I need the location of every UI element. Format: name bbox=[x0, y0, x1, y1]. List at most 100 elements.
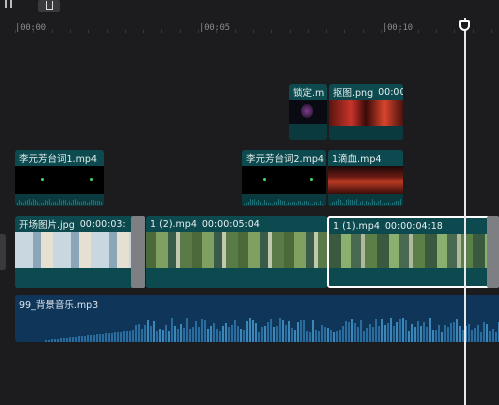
clip-lyric2[interactable]: 李元芳台词2.mp4 bbox=[242, 150, 326, 206]
waveform-bar bbox=[486, 324, 488, 342]
waveform-bar bbox=[19, 200, 20, 205]
waveform-bar bbox=[350, 200, 351, 205]
waveform-bar bbox=[105, 333, 107, 342]
clip-opening-image[interactable]: 开场图片.jpg 00:00:03: bbox=[15, 216, 133, 288]
waveform-bar bbox=[159, 329, 161, 342]
audio-track-bgm[interactable]: 99_背景音乐.mp3 bbox=[15, 295, 499, 342]
waveform-bar bbox=[55, 202, 56, 205]
waveform-bar bbox=[372, 327, 374, 342]
waveform-bar bbox=[432, 330, 434, 342]
trim-handle-left[interactable] bbox=[131, 216, 145, 288]
audio-waveform bbox=[15, 308, 499, 342]
waveform-bar bbox=[177, 329, 179, 342]
waveform-bar bbox=[330, 204, 331, 205]
clip-name: 李元芳台词1.mp4 bbox=[19, 154, 97, 165]
clip-1-1[interactable]: 1 (1).mp4 00:00:04:18 bbox=[327, 216, 499, 288]
clip-firstblood[interactable]: 1滴血.mp4 bbox=[328, 150, 403, 206]
waveform-bar bbox=[264, 200, 265, 205]
waveform-bar bbox=[84, 336, 86, 342]
waveform-bar bbox=[210, 326, 212, 342]
waveform-bar bbox=[374, 201, 375, 205]
waveform-bar bbox=[99, 201, 100, 205]
waveform-bar bbox=[474, 328, 476, 342]
waveform-bar bbox=[270, 319, 272, 342]
waveform-bar bbox=[59, 199, 60, 205]
waveform-bar bbox=[456, 319, 458, 342]
ruler-tick bbox=[417, 30, 419, 33]
waveform-bar bbox=[302, 203, 303, 205]
ruler-tick bbox=[88, 30, 90, 33]
waveform-bar bbox=[234, 320, 236, 342]
waveform-bar bbox=[384, 203, 385, 205]
waveform-bar bbox=[29, 199, 30, 205]
waveform-bar bbox=[398, 201, 399, 205]
waveform-bar bbox=[300, 320, 302, 342]
clip-name: 抠图.png bbox=[333, 88, 374, 99]
waveform-bar bbox=[63, 200, 64, 205]
waveform-bar bbox=[249, 318, 251, 342]
clip-duration: 00:00:05:04 bbox=[201, 218, 260, 230]
waveform-bar bbox=[344, 204, 345, 205]
waveform-bar bbox=[274, 202, 275, 205]
ruler-tick bbox=[161, 30, 163, 33]
ruler-tick bbox=[124, 30, 126, 33]
clip-1-2[interactable]: 1 (2).mp4 00:00:05:04 bbox=[146, 216, 327, 288]
waveform-bar bbox=[372, 199, 373, 205]
waveform-bar bbox=[408, 331, 410, 342]
ruler-tick bbox=[326, 30, 328, 33]
ruler-tick bbox=[435, 30, 437, 33]
trim-handle-right[interactable] bbox=[487, 216, 499, 288]
waveform-bar bbox=[376, 203, 377, 205]
waveform-bar bbox=[93, 335, 95, 342]
waveform-bar bbox=[272, 204, 273, 205]
time-ruler[interactable]: |00:00 |00:05 |00:10 bbox=[0, 18, 499, 38]
waveform-bar bbox=[388, 202, 389, 205]
waveform-bar bbox=[356, 199, 357, 205]
waveform-bar bbox=[366, 201, 367, 205]
waveform-bar bbox=[135, 325, 137, 342]
waveform-bar bbox=[386, 203, 387, 205]
waveform-bar bbox=[438, 325, 440, 342]
waveform-bar bbox=[60, 338, 62, 342]
waveform-bar bbox=[322, 204, 323, 205]
clip-cutout[interactable]: 抠图.png 00:00 bbox=[329, 84, 403, 140]
split-icon[interactable] bbox=[4, 0, 14, 12]
waveform-bar bbox=[147, 320, 149, 342]
waveform-bar bbox=[255, 323, 257, 342]
waveform-bar bbox=[286, 204, 287, 205]
waveform-bar bbox=[21, 202, 22, 205]
clip-duration: 00:00:03: bbox=[79, 218, 126, 230]
waveform-bar bbox=[201, 319, 203, 342]
waveform-bar bbox=[362, 201, 363, 205]
ruler-tick bbox=[344, 30, 346, 33]
waveform-bar bbox=[290, 203, 291, 205]
waveform-bar bbox=[51, 339, 53, 342]
track-side-tab[interactable] bbox=[0, 234, 6, 270]
waveform-bar bbox=[346, 200, 347, 205]
waveform-bar bbox=[57, 203, 58, 205]
waveform-bar bbox=[156, 331, 158, 342]
waveform-bar bbox=[297, 322, 299, 342]
clip-lyric1[interactable]: 李元芳台词1.mp4 bbox=[15, 150, 104, 206]
playhead-handle[interactable] bbox=[459, 20, 470, 31]
waveform-bar bbox=[17, 203, 18, 205]
delete-icon[interactable] bbox=[38, 0, 60, 12]
waveform-bar bbox=[162, 330, 164, 342]
waveform-bar bbox=[420, 326, 422, 342]
waveform-bar bbox=[336, 331, 338, 342]
waveform-bar bbox=[150, 326, 152, 342]
waveform-bar bbox=[51, 203, 52, 205]
waveform-bar bbox=[216, 329, 218, 342]
waveform-bar bbox=[47, 201, 48, 205]
playhead-line[interactable] bbox=[464, 18, 466, 405]
ruler-tick bbox=[399, 30, 401, 33]
waveform-bar bbox=[246, 321, 248, 342]
ruler-tick bbox=[198, 30, 199, 33]
waveform-bar bbox=[303, 320, 305, 342]
clip-lock[interactable]: 锁定.m bbox=[289, 84, 327, 140]
waveform-bar bbox=[91, 200, 92, 205]
waveform-bar bbox=[285, 325, 287, 342]
ruler-tick bbox=[289, 30, 291, 33]
waveform-bar bbox=[396, 322, 398, 342]
waveform-bar bbox=[380, 200, 381, 205]
